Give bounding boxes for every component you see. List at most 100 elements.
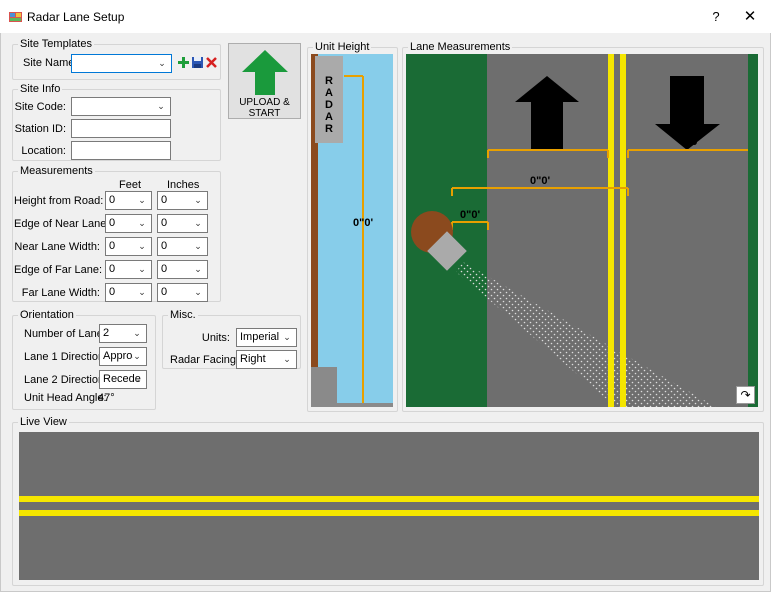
unit-height-view: R A D A R 0"0' [311, 54, 393, 407]
chevron-down-icon: ⌄ [194, 195, 202, 205]
radar-facing-combo[interactable]: Right ⌄ [236, 350, 297, 369]
lane-view: 0"0' 0"0' 0"0' 0"0' [406, 54, 758, 407]
edge-near-inches-combo[interactable]: 0 ⌄ [157, 214, 208, 233]
help-button[interactable]: ? [705, 7, 727, 27]
chevron-down-icon: ⌄ [194, 264, 202, 274]
chevron-down-icon: ⌄ [194, 287, 202, 297]
site-code-combo[interactable]: ⌄ [71, 97, 171, 116]
near-width-inches-combo[interactable]: 0 ⌄ [157, 237, 208, 256]
site-templates-legend: Site Templates [20, 38, 92, 50]
chevron-down-icon: ⌄ [158, 58, 166, 68]
far-width-inches-combo[interactable]: 0 ⌄ [157, 283, 208, 302]
near-width-inches-value: 0 [161, 240, 168, 252]
near-lane-width-label: Near Lane Width: [14, 241, 100, 253]
edge-far-lane-label: Edge of Far Lane: [14, 264, 103, 276]
edge-near-lane-label: Edge of Near Lane: [14, 218, 110, 230]
inches-header: Inches [167, 179, 200, 191]
delete-icon[interactable] [205, 56, 218, 69]
upload-label-line1: UPLOAD & [239, 97, 290, 108]
upload-label-line2: START [248, 108, 281, 119]
units-value: Imperial [240, 331, 280, 343]
near-width-feet-value: 0 [109, 240, 116, 252]
edge-near-inches-value: 0 [161, 217, 168, 229]
near-width-feet-combo[interactable]: 0 ⌄ [105, 237, 152, 256]
height-inches-value: 0 [161, 194, 168, 206]
site-info-legend: Site Info [20, 83, 61, 95]
window-title: Radar Lane Setup [27, 10, 125, 24]
misc-legend: Misc. [170, 309, 196, 321]
location-field[interactable] [71, 141, 171, 160]
chevron-down-icon: ⌄ [138, 195, 146, 205]
save-icon[interactable] [191, 56, 204, 69]
plus-icon[interactable] [177, 56, 190, 69]
far-width-inches-value: 0 [161, 286, 168, 298]
chevron-down-icon: ⌄ [283, 332, 291, 342]
rotate-icon[interactable]: ↷ [736, 386, 755, 404]
radar-facing-label: Radar Facing [170, 354, 237, 366]
height-feet-value: 0 [109, 194, 116, 206]
edge-far-inches-value: 0 [161, 263, 168, 275]
edge-near-feet-combo[interactable]: 0 ⌄ [105, 214, 152, 233]
live-view-canvas [19, 432, 759, 580]
center-line-bottom [19, 510, 759, 516]
lane1-direction-value: Approac [103, 350, 133, 362]
lane1-direction-label: Lane 1 Direction: [24, 351, 108, 363]
lane-measurements-legend: Lane Measurements [410, 41, 511, 53]
chevron-down-icon: ⌄ [138, 264, 146, 274]
units-combo[interactable]: Imperial ⌄ [236, 328, 297, 347]
far-lane-width-value: 0"0' [680, 136, 701, 148]
center-line-top [19, 496, 759, 502]
number-of-lanes-combo[interactable]: 2 ⌄ [99, 324, 147, 343]
radar-facing-value: Right [240, 353, 266, 365]
lane2-direction-combo[interactable]: Recede ⌄ [99, 370, 147, 389]
site-code-label: Site Code: [14, 101, 66, 113]
near-lane-width-value: 0"0' [538, 136, 559, 148]
chevron-down-icon: ⌄ [133, 328, 141, 338]
chevron-down-icon: ⌄ [133, 374, 141, 384]
live-view-legend: Live View [20, 416, 67, 428]
lane-diagram [411, 54, 758, 407]
lane2-direction-label: Lane 2 Direction: [24, 374, 108, 386]
unit-height-value: 0"0' [353, 217, 374, 229]
units-label: Units: [201, 332, 230, 344]
chevron-down-icon: ⌄ [138, 218, 146, 228]
number-of-lanes-value: 2 [103, 327, 110, 339]
station-id-field[interactable] [71, 119, 171, 138]
chevron-down-icon: ⌄ [133, 351, 141, 361]
upload-start-button[interactable]: UPLOAD & START [228, 43, 301, 119]
upload-start-label: UPLOAD & START [229, 97, 300, 119]
edge-near-feet-value: 0 [109, 217, 116, 229]
unit-head-angle-value: 47° [98, 392, 115, 404]
edge-far-feet-combo[interactable]: 0 ⌄ [105, 260, 152, 279]
location-label: Location: [21, 145, 66, 157]
edge-far-inches-combo[interactable]: 0 ⌄ [157, 260, 208, 279]
chevron-down-icon: ⌄ [138, 287, 146, 297]
edge-far-lane-value: 0"0' [530, 175, 551, 187]
far-width-feet-value: 0 [109, 286, 116, 298]
feet-header: Feet [119, 179, 142, 191]
height-inches-combo[interactable]: 0 ⌄ [157, 191, 208, 210]
orientation-legend: Orientation [20, 309, 74, 321]
unit-head-angle-label: Unit Head Angle: [24, 392, 107, 404]
road-line [337, 403, 393, 407]
chevron-down-icon: ⌄ [157, 101, 165, 111]
height-from-road-label: Height from Road: [14, 195, 104, 207]
far-lane-width-label: Far Lane Width: [21, 287, 100, 299]
far-width-feet-combo[interactable]: 0 ⌄ [105, 283, 152, 302]
unit-height-legend: Unit Height [315, 41, 370, 53]
close-button[interactable]: ✕ [739, 7, 761, 27]
site-name-label: Site Name: [23, 57, 78, 69]
lane1-direction-combo[interactable]: Approac⌄ [99, 347, 147, 366]
chevron-down-icon: ⌄ [138, 241, 146, 251]
site-name-combo[interactable]: ⌄ [71, 54, 172, 73]
up-arrow-icon [242, 50, 288, 95]
radar-app-icon [9, 10, 22, 23]
edge-near-lane-value: 0"0' [460, 209, 481, 221]
edge-far-feet-value: 0 [109, 263, 116, 275]
height-dimension [344, 75, 364, 405]
height-feet-combo[interactable]: 0 ⌄ [105, 191, 152, 210]
chevron-down-icon: ⌄ [194, 241, 202, 251]
chevron-down-icon: ⌄ [283, 354, 291, 364]
station-id-label: Station ID: [14, 123, 66, 135]
base-block [311, 367, 337, 407]
